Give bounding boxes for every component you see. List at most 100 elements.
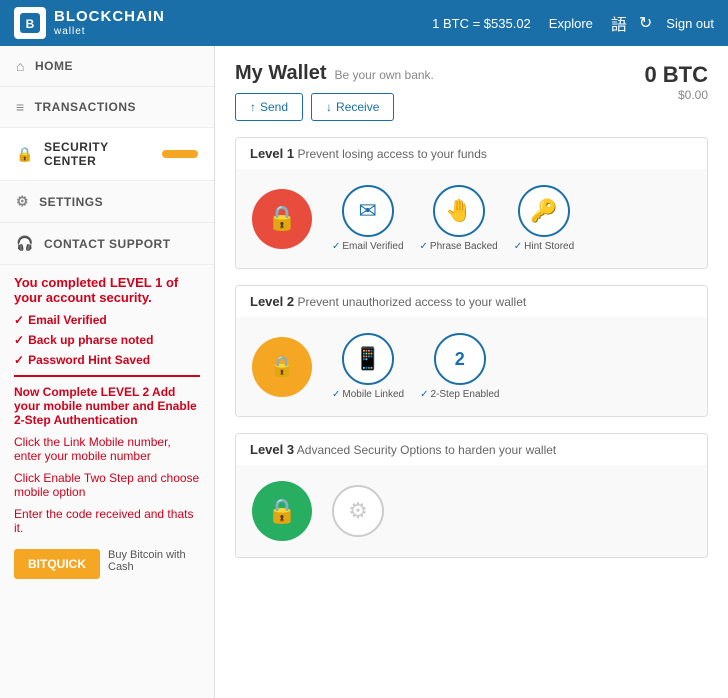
- email-label: ✓ Email Verified: [332, 241, 404, 252]
- bitquick-button[interactable]: BITQUICK: [14, 549, 100, 579]
- balance-btc: 0 BTC: [644, 62, 708, 88]
- icon-hint: 🔑 ✓ Hint Stored: [514, 185, 574, 252]
- instruction-1: Click the Link Mobile number, enter your…: [14, 435, 200, 463]
- check-label: Password Hint Saved: [28, 353, 150, 367]
- phrase-label: ✓ Phrase Backed: [420, 241, 498, 252]
- wallet-subtitle: Be your own bank.: [335, 68, 434, 82]
- icon-mobile: 📱 ✓ Mobile Linked: [332, 333, 404, 400]
- level-1-icons: ✉ ✓ Email Verified 🤚 ✓ Phrase Backed: [332, 185, 574, 252]
- level-2-header: Level 2 Prevent unauthorized access to y…: [236, 286, 707, 317]
- security-level-1: Level 1 Prevent losing access to your fu…: [235, 137, 708, 269]
- send-button[interactable]: ↑ Send: [235, 93, 303, 121]
- level-num: Level 3: [250, 442, 294, 457]
- explore-dropdown[interactable]: Explore: [549, 16, 593, 31]
- checkmark-icon: ✓: [332, 389, 340, 400]
- hint-circle-icon: 🔑: [518, 185, 570, 237]
- wallet-title: My Wallet: [235, 62, 327, 85]
- instruction-3: Enter the code received and thats it.: [14, 507, 200, 535]
- mobile-label: ✓ Mobile Linked: [332, 389, 404, 400]
- security-level-3: Level 3 Advanced Security Options to har…: [235, 433, 708, 558]
- sidebar-item-label: SECURITY CENTER: [44, 140, 152, 168]
- level-2-icons: 📱 ✓ Mobile Linked 2 ✓ 2-Step Enabled: [332, 333, 499, 400]
- receive-button[interactable]: ↓ Receive: [311, 93, 394, 121]
- main-content: My Wallet Be your own bank. ↑ Send ↓ Rec…: [215, 46, 728, 698]
- sidebar-item-home[interactable]: ⌂ HOME: [0, 46, 214, 87]
- twostep-circle-icon: 2: [434, 333, 486, 385]
- send-label: Send: [260, 100, 288, 114]
- sidebar: ⌂ HOME ≡ TRANSACTIONS 🔒 SECURITY CENTER …: [0, 46, 215, 698]
- level-desc: Prevent losing access to your funds: [297, 147, 486, 161]
- header-icons: 語 ↻: [611, 11, 652, 35]
- check-password: ✓ Password Hint Saved: [14, 353, 200, 367]
- header: B BLOCKCHAIN wallet 1 BTC = $535.02 Expl…: [0, 0, 728, 46]
- icon-email: ✉ ✓ Email Verified: [332, 185, 404, 252]
- check-backup: ✓ Back up pharse noted: [14, 333, 200, 347]
- icon-phrase: 🤚 ✓ Phrase Backed: [420, 185, 498, 252]
- divider: [14, 375, 200, 377]
- level3-icon-1: ⚙: [332, 485, 384, 537]
- support-icon: 🎧: [16, 235, 34, 252]
- level-2-lock: 🔒: [252, 337, 312, 397]
- signout-button[interactable]: Sign out: [666, 16, 714, 31]
- logo-title: BLOCKCHAIN: [54, 9, 165, 26]
- sidebar-item-settings[interactable]: ⚙ SETTINGS: [0, 181, 214, 223]
- checkmark-icon: ✓: [420, 389, 428, 400]
- level-3-icons: ⚙: [332, 485, 384, 537]
- phrase-circle-icon: 🤚: [433, 185, 485, 237]
- settings-icon: ⚙: [16, 193, 29, 210]
- check-email: ✓ Email Verified: [14, 313, 200, 327]
- level-num: Level 1: [250, 146, 294, 161]
- transactions-icon: ≡: [16, 99, 25, 115]
- balance-usd: $0.00: [644, 88, 708, 102]
- level-3-header: Level 3 Advanced Security Options to har…: [236, 434, 707, 465]
- svg-text:B: B: [26, 17, 35, 31]
- checkmark-icon: ✓: [14, 333, 24, 347]
- security-level-2: Level 2 Prevent unauthorized access to y…: [235, 285, 708, 417]
- check-label: Back up pharse noted: [28, 333, 153, 347]
- level-num: Level 2: [250, 294, 294, 309]
- sidebar-item-transactions[interactable]: ≡ TRANSACTIONS: [0, 87, 214, 128]
- wallet-title-area: My Wallet Be your own bank. ↑ Send ↓ Rec…: [235, 62, 644, 121]
- sidebar-item-label: TRANSACTIONS: [35, 100, 136, 114]
- wallet-actions: ↑ Send ↓ Receive: [235, 93, 644, 121]
- mobile-circle-icon: 📱: [342, 333, 394, 385]
- sidebar-content: You completed LEVEL 1 of your account se…: [0, 265, 214, 589]
- level-3-body: 🔒 ⚙: [236, 465, 707, 557]
- active-indicator: [162, 150, 198, 158]
- checkmark-icon: ✓: [14, 353, 24, 367]
- level-3-lock: 🔒: [252, 481, 312, 541]
- download-icon: ↓: [326, 100, 332, 114]
- lock-icon: 🔒: [267, 497, 297, 526]
- checkmark-icon: ✓: [332, 241, 340, 252]
- level2-text: Now Complete LEVEL 2 Add your mobile num…: [14, 385, 200, 427]
- instruction-2: Click Enable Two Step and choose mobile …: [14, 471, 200, 499]
- logo-sub: wallet: [54, 26, 165, 37]
- level-1-body: 🔒 ✉ ✓ Email Verified 🤚 ✓ Phr: [236, 169, 707, 268]
- sidebar-item-label: CONTACT SUPPORT: [44, 237, 171, 251]
- sidebar-item-support[interactable]: 🎧 CONTACT SUPPORT: [0, 223, 214, 265]
- btc-rate: 1 BTC = $535.02: [432, 16, 531, 31]
- icon-2step: 2 ✓ 2-Step Enabled: [420, 333, 499, 400]
- hint-label: ✓ Hint Stored: [514, 241, 574, 252]
- checkmark-icon: ✓: [420, 241, 428, 252]
- level-1-lock: 🔒: [252, 189, 312, 249]
- refresh-icon[interactable]: ↻: [639, 13, 652, 33]
- language-icon[interactable]: 語: [611, 11, 627, 35]
- level-desc: Advanced Security Options to harden your…: [297, 443, 556, 457]
- wallet-balance: 0 BTC $0.00: [644, 62, 708, 102]
- security-icon: 🔒: [16, 146, 34, 163]
- receive-label: Receive: [336, 100, 379, 114]
- wallet-header: My Wallet Be your own bank. ↑ Send ↓ Rec…: [235, 62, 708, 121]
- sidebar-item-label: HOME: [35, 59, 73, 73]
- sidebar-item-label: SETTINGS: [39, 195, 103, 209]
- bitquick-row: BITQUICK Buy Bitcoin with Cash: [14, 543, 200, 579]
- layout: ⌂ HOME ≡ TRANSACTIONS 🔒 SECURITY CENTER …: [0, 46, 728, 698]
- sidebar-item-security[interactable]: 🔒 SECURITY CENTER: [0, 128, 214, 181]
- logo: B BLOCKCHAIN wallet: [14, 7, 165, 39]
- checkmark-icon: ✓: [14, 313, 24, 327]
- bitquick-desc: Buy Bitcoin with Cash: [108, 549, 200, 573]
- logo-text: BLOCKCHAIN wallet: [54, 9, 165, 37]
- level-1-header: Level 1 Prevent losing access to your fu…: [236, 138, 707, 169]
- twostep-label: ✓ 2-Step Enabled: [420, 389, 499, 400]
- upload-icon: ↑: [250, 100, 256, 114]
